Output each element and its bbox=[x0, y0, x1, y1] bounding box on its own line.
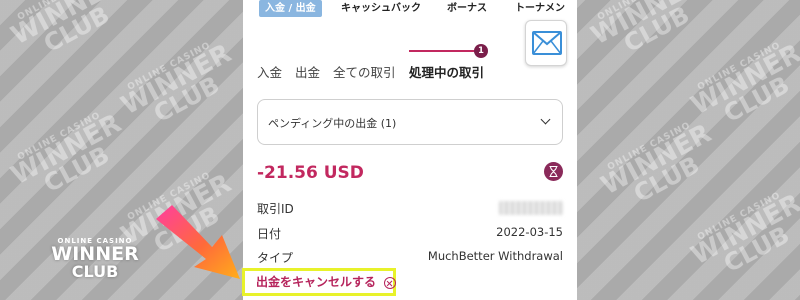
transaction-id-value-redacted bbox=[499, 201, 563, 215]
dropdown-selected-value: ペンディング中の出金 (1) bbox=[268, 117, 397, 130]
date-value: 2022-03-15 bbox=[496, 225, 563, 239]
tab-deposits[interactable]: 入金 bbox=[257, 62, 282, 81]
pending-count-badge: 1 bbox=[474, 44, 488, 58]
mail-button[interactable] bbox=[525, 20, 567, 66]
cancel-withdrawal-button[interactable]: 出金をキャンセルする bbox=[256, 273, 376, 290]
arrow-pointer bbox=[156, 205, 240, 279]
tab-cashback[interactable]: キャッシュバック bbox=[341, 0, 421, 20]
tab-deposit-withdraw[interactable]: 入金 / 出金 bbox=[259, 0, 322, 17]
pending-withdrawals-dropdown[interactable]: ペンディング中の出金 (1) bbox=[257, 99, 563, 145]
tab-all-transactions[interactable]: 全ての取引 bbox=[333, 62, 396, 81]
type-label: タイプ bbox=[257, 251, 294, 265]
hourglass-icon bbox=[544, 162, 563, 181]
date-label: 日付 bbox=[257, 227, 282, 241]
tab-withdrawals[interactable]: 出金 bbox=[295, 62, 320, 81]
active-tab-indicator bbox=[409, 50, 479, 52]
type-value: MuchBetter Withdrawal bbox=[427, 249, 563, 263]
chevron-down-icon bbox=[540, 114, 551, 125]
transaction-id-label: 取引ID bbox=[257, 202, 294, 216]
transaction-amount: -21.56 USD bbox=[257, 163, 364, 183]
close-circle-icon[interactable] bbox=[384, 277, 396, 289]
tab-tournament[interactable]: トーナメン bbox=[515, 0, 565, 20]
tab-bonus[interactable]: ボーナス bbox=[447, 0, 487, 20]
tab-pending-transactions[interactable]: 処理中の取引 bbox=[409, 62, 484, 81]
top-tab-bar: 入金 / 出金 キャッシュバック ボーナス トーナメン bbox=[243, 0, 577, 20]
winner-club-logo: ONLINE CASINO WINNER CLUB bbox=[51, 237, 139, 281]
mail-icon bbox=[532, 31, 562, 55]
